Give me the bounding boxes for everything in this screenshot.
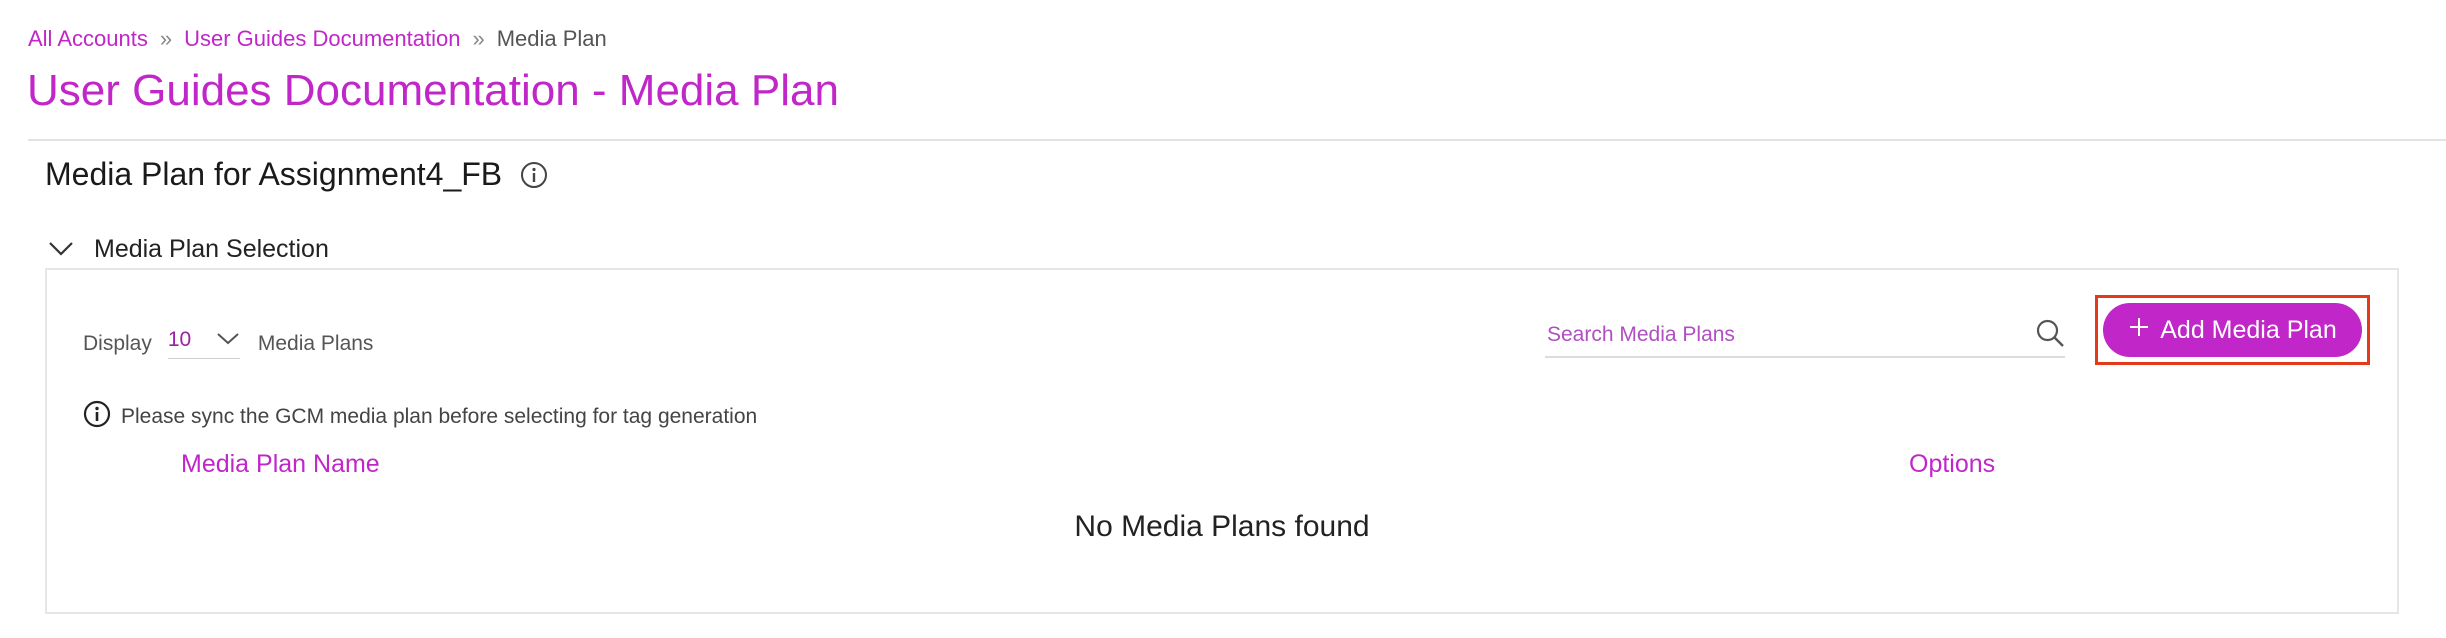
search-input[interactable] [1545, 322, 1989, 348]
add-media-plan-highlight: Add Media Plan [2095, 295, 2370, 365]
page-title: User Guides Documentation - Media Plan [27, 66, 839, 115]
media-plan-selection-panel: Display 10 Media Plans Search Media Plan… [45, 268, 2399, 614]
chevron-down-icon [48, 235, 74, 264]
add-media-plan-button[interactable]: Add Media Plan [2103, 303, 2362, 357]
media-plan-selection-label: Media Plan Selection [94, 235, 329, 263]
add-media-plan-label: Add Media Plan [2160, 315, 2337, 344]
empty-state-message: No Media Plans found [1074, 510, 1370, 543]
display-prefix: Display [83, 331, 152, 355]
breadcrumb: All Accounts » User Guides Documentation… [28, 26, 607, 52]
display-count-select[interactable]: 10 [167, 328, 240, 359]
search-icon[interactable] [2035, 318, 2065, 353]
display-count-row: Display 10 Media Plans [83, 328, 373, 359]
chevron-down-icon [216, 328, 240, 352]
breadcrumb-separator: » [472, 26, 485, 51]
title-divider [28, 139, 2446, 141]
breadcrumb-separator: » [159, 26, 173, 51]
breadcrumb-current: Media Plan [496, 26, 607, 51]
section-title: Media Plan for Assignment4_FB [45, 156, 503, 192]
plus-icon [2128, 316, 2150, 345]
column-header-media-plan-name[interactable]: Media Plan Name [181, 450, 380, 479]
display-count-value: 10 [167, 328, 192, 351]
search-field [1545, 314, 2065, 358]
display-suffix: Media Plans [257, 331, 374, 355]
info-circle-icon [83, 400, 111, 434]
sync-notice-text: Please sync the GCM media plan before se… [121, 405, 758, 428]
column-header-options: Options [1909, 450, 1996, 478]
breadcrumb-link-user-guides[interactable]: User Guides Documentation [184, 26, 460, 52]
section-title-row: Media Plan for Assignment4_FB [45, 156, 548, 193]
breadcrumb-link-all-accounts[interactable]: All Accounts [28, 26, 148, 52]
sync-notice: Please sync the GCM media plan before se… [83, 400, 757, 434]
info-circle-icon[interactable] [520, 161, 548, 189]
media-plan-selection-toggle[interactable]: Media Plan Selection [48, 235, 329, 264]
